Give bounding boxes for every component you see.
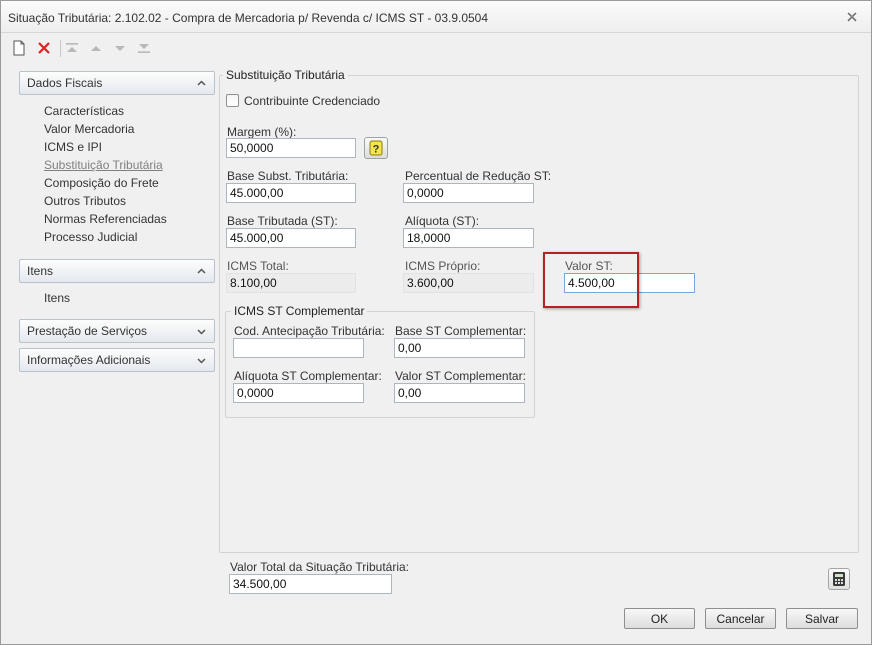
cod-antecipacao-input[interactable] — [233, 338, 364, 358]
contribuinte-credenciado-checkbox[interactable] — [226, 94, 239, 107]
delete-button[interactable] — [35, 39, 53, 57]
margem-label: Margem (%): — [227, 125, 297, 139]
svg-text:?: ? — [373, 144, 380, 156]
save-button[interactable]: Salvar — [786, 608, 858, 629]
new-document-icon — [13, 40, 25, 56]
icms-total-label: ICMS Total: — [227, 259, 289, 273]
cod-antecipacao-label: Cod. Antecipação Tributária: — [234, 324, 385, 338]
sidebar-item-substituicao-tributaria[interactable]: Substituição Tributária — [44, 158, 163, 172]
valor-st-highlight-box — [543, 252, 639, 308]
move-first-button[interactable] — [63, 39, 81, 57]
chevron-up-icon — [197, 80, 206, 86]
calculator-button[interactable] — [828, 568, 850, 590]
move-last-icon — [138, 44, 150, 53]
icms-proprio-label: ICMS Próprio: — [405, 259, 481, 273]
window-title: Situação Tributária: 2.102.02 - Compra d… — [8, 11, 489, 25]
chevron-up-icon — [197, 268, 206, 274]
base-tributada-label: Base Tributada (ST): — [227, 214, 338, 228]
sidebar-item-composicao-frete[interactable]: Composição do Frete — [44, 176, 159, 190]
toolbar — [1, 34, 871, 62]
aliquota-st-input[interactable] — [403, 228, 534, 248]
contribuinte-credenciado-label: Contribuinte Credenciado — [244, 94, 381, 108]
valor-st-complementar-input[interactable] — [394, 383, 525, 403]
aliquota-st-complementar-input[interactable] — [233, 383, 364, 403]
base-st-complementar-input[interactable] — [394, 338, 525, 358]
sidebar-item-caracteristicas[interactable]: Características — [44, 104, 124, 118]
valor-total-input[interactable] — [229, 574, 392, 594]
ok-button[interactable]: OK — [624, 608, 695, 629]
sidebar-item-normas-referenciadas[interactable]: Normas Referenciadas — [44, 212, 167, 226]
base-tributada-input[interactable] — [226, 228, 356, 248]
accordion-label: Itens — [27, 264, 54, 278]
icms-total-input — [226, 273, 356, 293]
delete-x-icon — [38, 42, 50, 54]
st-group-title: Substituição Tributária — [223, 68, 348, 82]
close-icon[interactable] — [845, 10, 859, 24]
move-last-button[interactable] — [135, 39, 153, 57]
sidebar-item-processo-judicial[interactable]: Processo Judicial — [44, 230, 137, 244]
aliquota-st-label: Alíquota (ST): — [405, 214, 480, 228]
dialog-window: Situação Tributária: 2.102.02 - Compra d… — [0, 0, 872, 645]
sidebar-item-icms-ipi[interactable]: ICMS e IPI — [44, 140, 102, 154]
move-first-icon — [66, 43, 78, 52]
sidebar-item-outros-tributos[interactable]: Outros Tributos — [44, 194, 126, 208]
aliquota-st-complementar-label: Alíquota ST Complementar: — [234, 369, 382, 383]
help-icon: ? — [369, 140, 383, 156]
new-document-button[interactable] — [10, 39, 28, 57]
perc-reducao-input[interactable] — [403, 183, 534, 203]
move-down-button[interactable] — [111, 39, 129, 57]
sidebar-item-itens[interactable]: Itens — [44, 291, 70, 305]
title-bar: Situação Tributária: 2.102.02 - Compra d… — [1, 1, 871, 33]
help-button[interactable]: ? — [364, 137, 388, 159]
accordion-label: Prestação de Serviços — [27, 324, 148, 338]
accordion-itens[interactable]: Itens — [19, 259, 215, 283]
calculator-icon — [833, 572, 845, 586]
accordion-label: Informações Adicionais — [27, 353, 151, 367]
move-up-button[interactable] — [87, 39, 105, 57]
perc-reducao-label: Percentual de Redução ST: — [405, 169, 552, 183]
accordion-informacoes-adicionais[interactable]: Informações Adicionais — [19, 348, 215, 372]
accordion-label: Dados Fiscais — [27, 76, 103, 90]
chevron-down-icon — [197, 329, 206, 335]
accordion-dados-fiscais[interactable]: Dados Fiscais — [19, 71, 215, 95]
icms-proprio-input — [403, 273, 534, 293]
base-st-complementar-label: Base ST Complementar: — [395, 324, 527, 338]
base-subst-label: Base Subst. Tributária: — [227, 169, 349, 183]
move-down-icon — [115, 46, 125, 51]
base-subst-input[interactable] — [226, 183, 356, 203]
cancel-button[interactable]: Cancelar — [705, 608, 776, 629]
complementar-group-title: ICMS ST Complementar — [231, 304, 368, 318]
margem-input[interactable] — [226, 138, 356, 158]
toolbar-separator — [60, 40, 61, 57]
move-up-icon — [91, 46, 101, 51]
accordion-prestacao-servicos[interactable]: Prestação de Serviços — [19, 319, 215, 343]
sidebar-item-valor-mercadoria[interactable]: Valor Mercadoria — [44, 122, 134, 136]
chevron-down-icon — [197, 358, 206, 364]
valor-st-complementar-label: Valor ST Complementar: — [395, 369, 526, 383]
valor-total-label: Valor Total da Situação Tributária: — [230, 560, 409, 574]
